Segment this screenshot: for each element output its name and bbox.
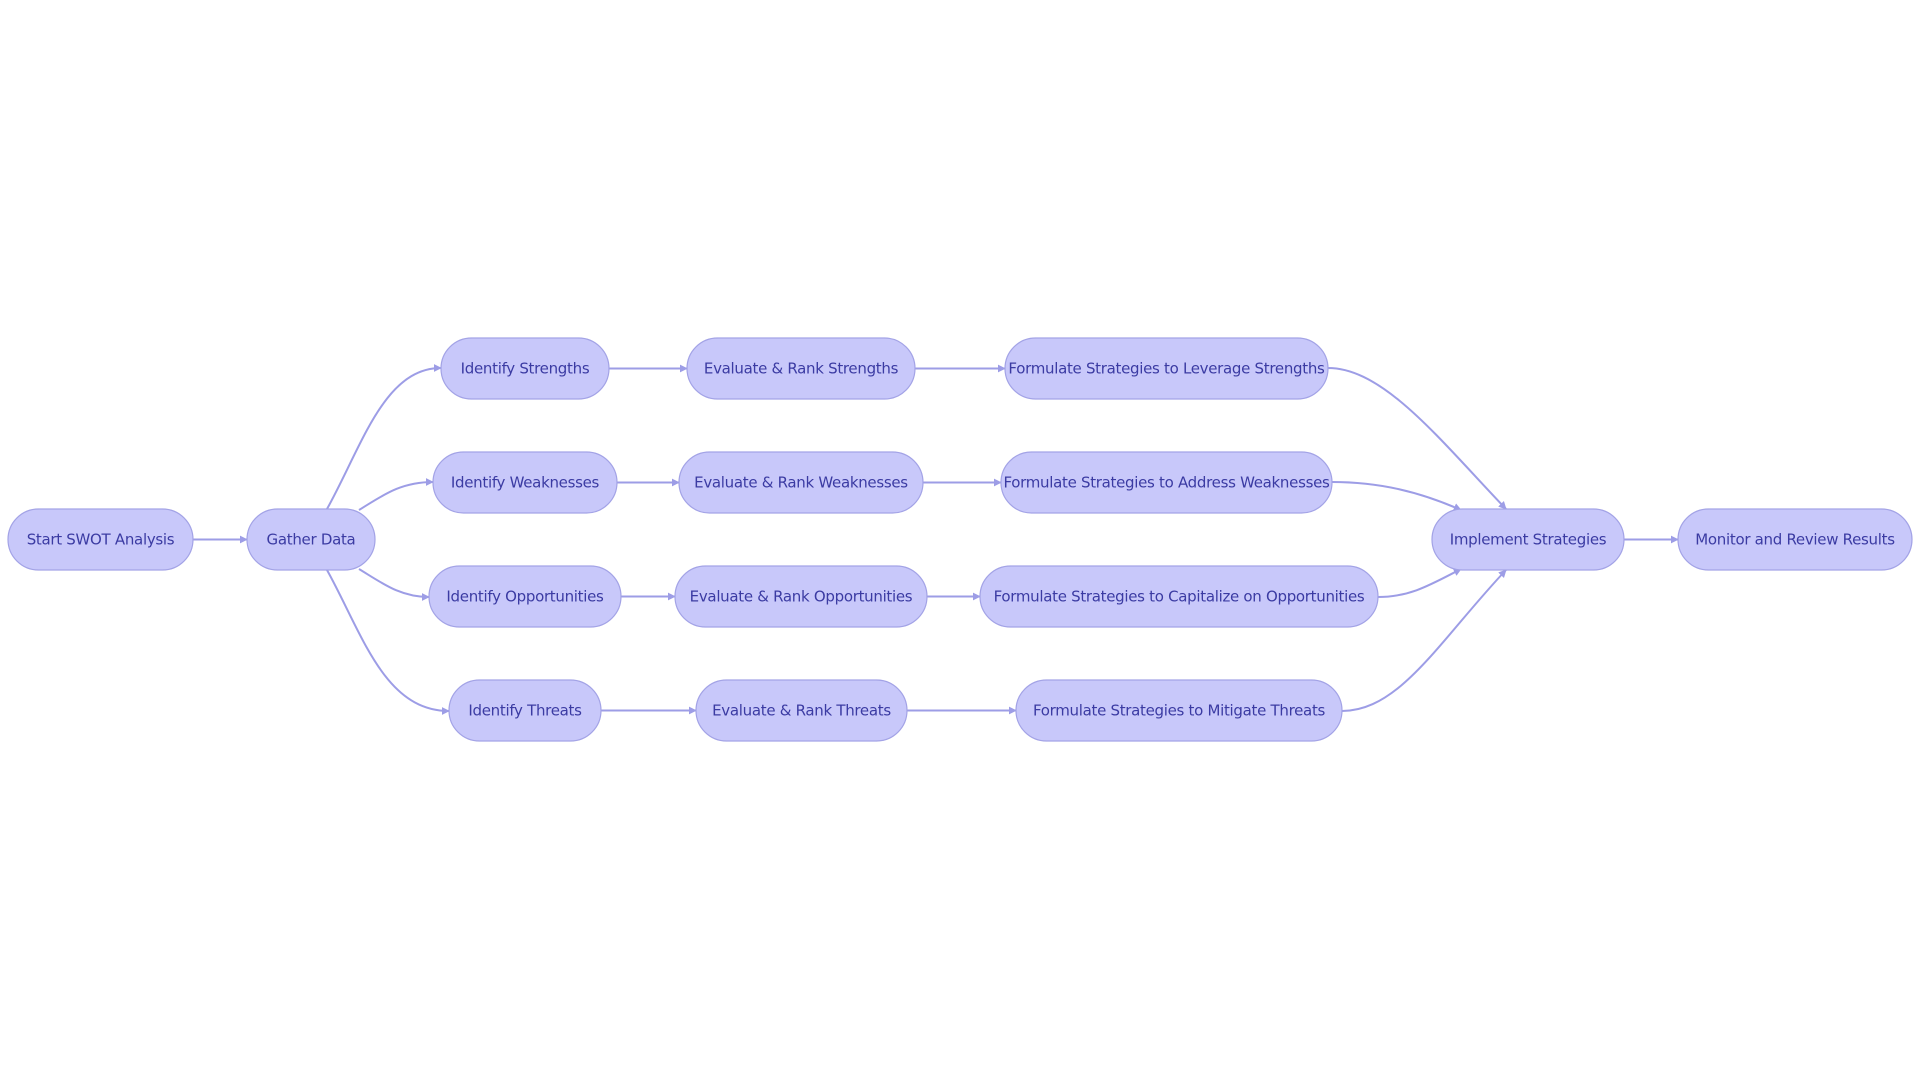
node-start[interactable]: Start SWOT Analysis [7,508,194,571]
node-fs-w[interactable]: Formulate Strategies to Address Weakness… [1000,451,1333,514]
node-label: Evaluate & Rank Opportunities [690,588,913,606]
node-label: Formulate Strategies to Mitigate Threats [1033,702,1326,720]
node-label: Evaluate & Rank Threats [712,702,891,720]
edge-fs_w-to-impl [1331,481,1462,511]
node-id-s[interactable]: Identify Strengths [440,337,610,400]
node-label: Implement Strategies [1450,531,1607,549]
edge-gather-to-id_w [358,478,434,511]
node-fs-t[interactable]: Formulate Strategies to Mitigate Threats [1015,679,1343,742]
edge-fs_o-to-impl [1377,568,1462,598]
edge-gather-to-id_s [326,364,442,510]
edge-gather-to-id_o [358,568,430,601]
node-ev-o[interactable]: Evaluate & Rank Opportunities [674,565,928,628]
swot-flowchart: Start SWOT Analysis Gather Data Identify S… [7,337,1913,742]
node-label: Formulate Strategies to Address Weakness… [1003,474,1330,492]
node-label: Gather Data [267,531,356,549]
edge-fs_s-to-impl [1327,367,1507,510]
node-label: Identify Weaknesses [451,474,600,492]
node-ev-s[interactable]: Evaluate & Rank Strengths [686,337,916,400]
node-gather[interactable]: Gather Data [246,508,376,571]
node-monitor[interactable]: Monitor and Review Results [1677,508,1913,571]
node-label: Monitor and Review Results [1695,531,1895,549]
node-label: Start SWOT Analysis [27,531,175,549]
node-id-o[interactable]: Identify Opportunities [428,565,622,628]
node-label: Identify Threats [468,702,582,720]
node-label: Identify Strengths [461,360,590,378]
node-label: Formulate Strategies to Leverage Strengt… [1008,360,1325,378]
node-ev-t[interactable]: Evaluate & Rank Threats [695,679,908,742]
node-id-w[interactable]: Identify Weaknesses [432,451,618,514]
node-label: Evaluate & Rank Strengths [704,360,899,378]
node-ev-w[interactable]: Evaluate & Rank Weaknesses [678,451,924,514]
node-impl[interactable]: Implement Strategies [1431,508,1625,571]
node-fs-o[interactable]: Formulate Strategies to Capitalize on Op… [979,565,1379,628]
node-label: Formulate Strategies to Capitalize on Op… [994,588,1365,606]
node-label: Identify Opportunities [446,588,604,606]
node-fs-s[interactable]: Formulate Strategies to Leverage Strengt… [1004,337,1329,400]
node-label: Evaluate & Rank Weaknesses [694,474,908,492]
node-id-t[interactable]: Identify Threats [448,679,602,742]
